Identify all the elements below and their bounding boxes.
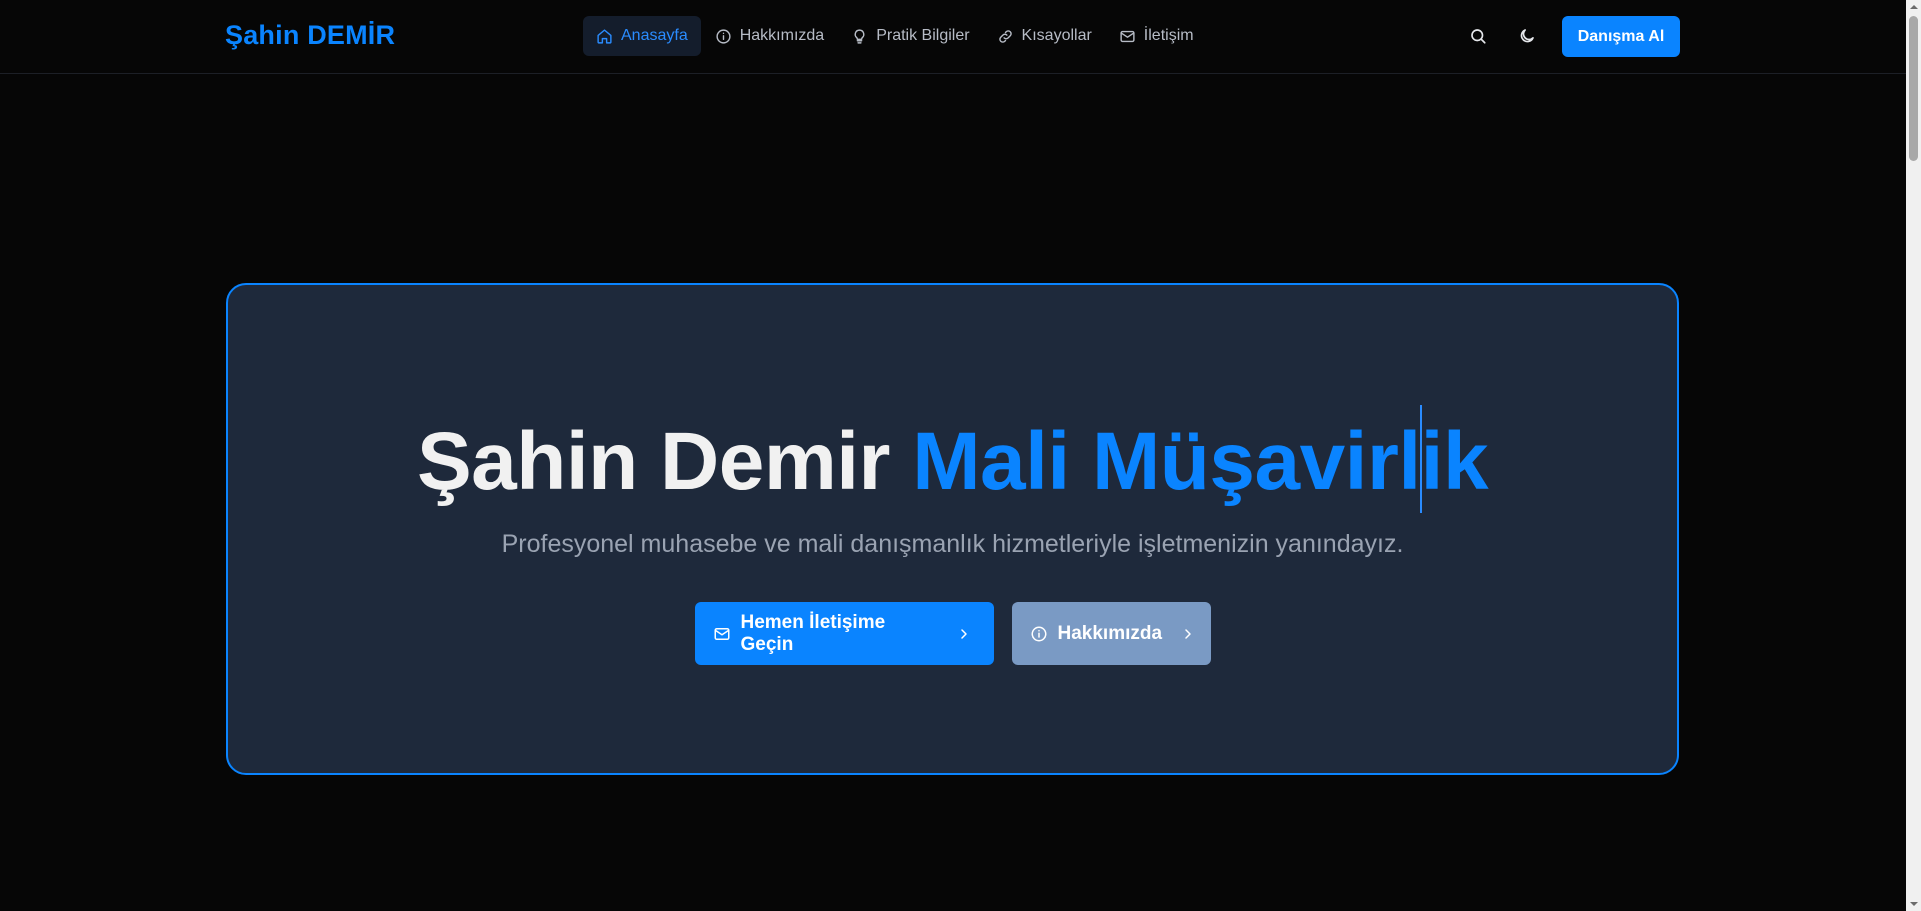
link-icon — [998, 29, 1012, 43]
lightbulb-icon — [854, 28, 865, 44]
search-icon — [1471, 29, 1486, 44]
mail-icon — [714, 627, 729, 640]
theme-toggle-button[interactable] — [1512, 21, 1542, 51]
nav-item-label: Anasayfa — [621, 27, 688, 44]
info-icon — [1031, 626, 1046, 641]
moon-icon — [1520, 29, 1534, 43]
nav-item-label: Kısayollar — [1021, 27, 1092, 44]
hero-title: Şahin Demir Mali Müşavirlik — [228, 405, 1677, 513]
scroll-up-arrow[interactable] — [1906, 0, 1921, 14]
search-button[interactable] — [1463, 21, 1493, 51]
hero-title-highlight: Mali Müşavirl — [912, 416, 1421, 507]
about-button[interactable]: Hakkımızda — [1011, 602, 1211, 665]
nav-item-anasayfa[interactable]: Anasayfa — [583, 16, 701, 56]
contact-button[interactable]: Hemen İletişime Geçin — [694, 602, 994, 665]
nav-item-label: Hakkımızda — [739, 27, 825, 44]
nav-item-kisayollar[interactable]: Kısayollar — [984, 16, 1105, 56]
about-button-label: Hakkımızda — [1057, 622, 1163, 644]
hero-actions: Hemen İletişime Geçin Hakkımızda — [228, 602, 1677, 665]
consult-button[interactable]: Danışma Al — [1562, 16, 1680, 57]
hero-subtitle: Profesyonel muhasebe ve mali danışmanlık… — [501, 530, 1404, 558]
nav-item-label: İletişim — [1143, 27, 1194, 44]
brand-logo[interactable]: Şahin DEMİR — [225, 20, 395, 51]
nav-item-iletisim[interactable]: İletişim — [1106, 16, 1207, 56]
hero-card: Şahin Demir Mali Müşavirlik Profesyonel … — [226, 283, 1679, 775]
chevron-right-icon — [1185, 628, 1191, 639]
home-icon — [597, 28, 612, 44]
nav-item-label: Pratik Bilgiler — [876, 27, 970, 44]
nav-item-hakkimizda[interactable]: Hakkımızda — [702, 16, 837, 56]
scroll-down-arrow[interactable] — [1906, 897, 1921, 911]
hero-title-name: Şahin Demir — [416, 416, 913, 507]
hero-title-highlight-end: ik — [1420, 416, 1489, 507]
info-icon — [716, 28, 731, 44]
site-header: Şahin DEMİR Anasayfa Hakkımızda Pratik B… — [0, 0, 1906, 74]
page-scrollbar[interactable] — [1906, 0, 1921, 911]
contact-button-label: Hemen İletişime Geçin — [740, 611, 886, 655]
scrollbar-thumb[interactable] — [1909, 16, 1918, 161]
main-nav: Anasayfa Hakkımızda Pratik Bilgiler Kısa… — [583, 16, 1208, 56]
nav-item-pratik-bilgiler[interactable]: Pratik Bilgiler — [838, 16, 982, 56]
chevron-right-icon — [960, 628, 967, 639]
mail-icon — [1120, 30, 1135, 42]
